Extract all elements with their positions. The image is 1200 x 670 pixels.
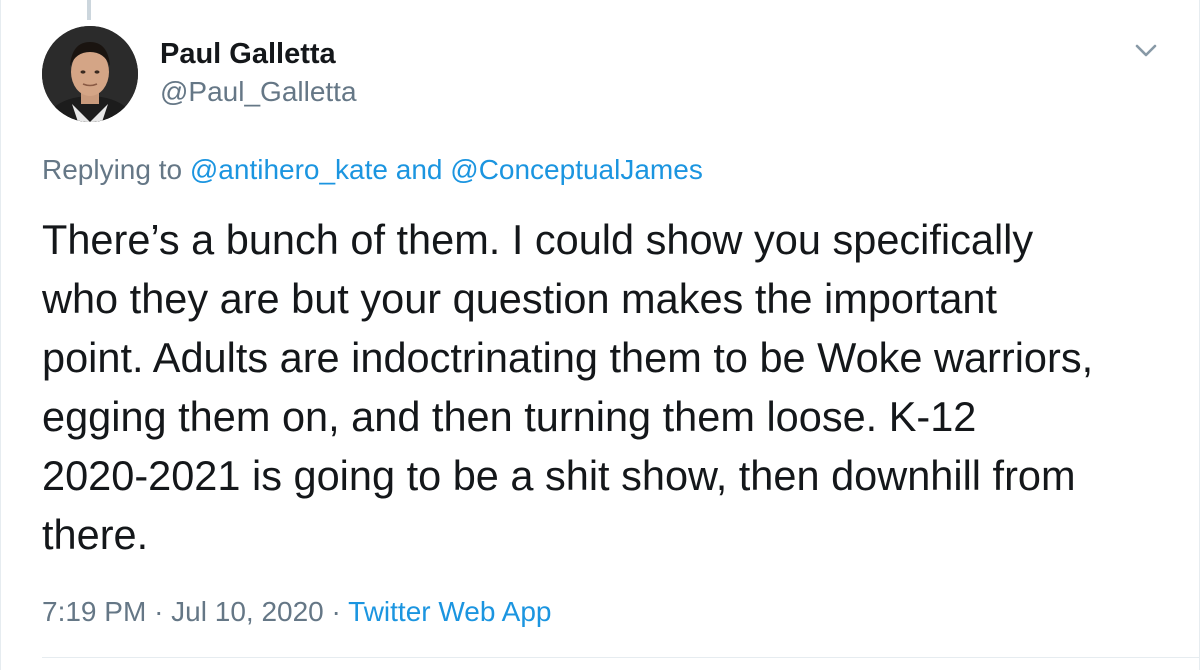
- meta-separator: ·: [331, 596, 341, 627]
- tweet-meta: 7:19 PM · Jul 10, 2020 · Twitter Web App: [42, 596, 552, 628]
- tweet-date[interactable]: Jul 10, 2020: [171, 596, 324, 627]
- tweet-time[interactable]: 7:19 PM: [42, 596, 146, 627]
- reply-mention-antihero-kate[interactable]: @antihero_kate: [190, 154, 388, 185]
- card-border-left: [0, 0, 1, 670]
- author-display-name[interactable]: Paul Galletta: [160, 38, 336, 71]
- chevron-down-icon[interactable]: [1128, 36, 1164, 66]
- reply-conjunction[interactable]: and: [396, 154, 443, 185]
- tweet-card: Paul Galletta @Paul_Galletta Replying to…: [0, 0, 1200, 670]
- thread-connector-line: [87, 0, 91, 20]
- tweet-source-link[interactable]: Twitter Web App: [348, 596, 551, 627]
- avatar[interactable]: [42, 26, 138, 122]
- bottom-divider: [42, 657, 1200, 658]
- reply-mention-conceptualjames[interactable]: @ConceptualJames: [450, 154, 703, 185]
- reply-context: Replying to @antihero_kate and @Conceptu…: [42, 154, 703, 186]
- tweet-text: There’s a bunch of them. I could show yo…: [42, 216, 1094, 558]
- author-handle[interactable]: @Paul_Galletta: [160, 76, 357, 108]
- meta-separator: ·: [154, 596, 164, 627]
- avatar-image: [42, 26, 138, 122]
- replying-to-label: Replying to: [42, 154, 183, 185]
